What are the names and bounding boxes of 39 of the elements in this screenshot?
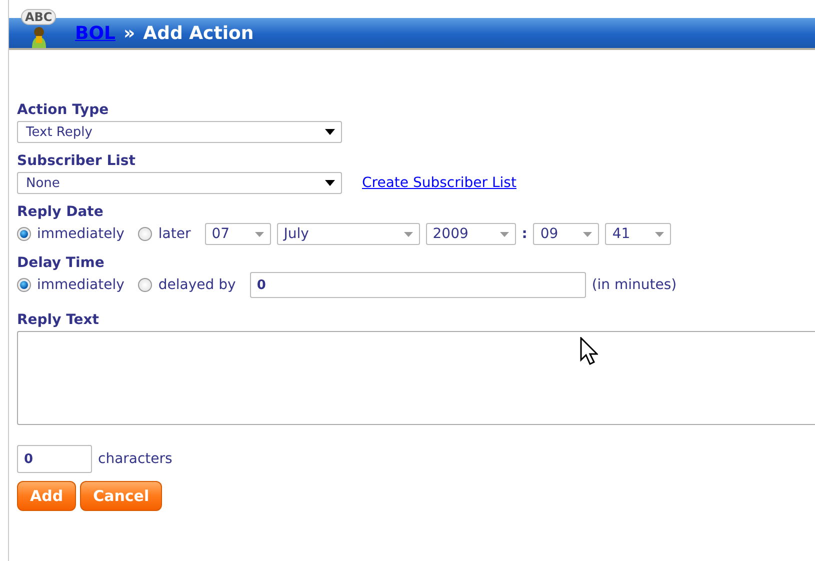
caret-icon [655, 232, 664, 236]
option-label: delayed by [158, 277, 236, 293]
field-label: Action Type [17, 102, 110, 119]
option-label: immediately [37, 226, 124, 242]
caret-icon [325, 180, 335, 186]
radio-button[interactable] [17, 278, 31, 292]
option-label: immediately [37, 277, 124, 293]
date-select[interactable]: 41 [605, 223, 672, 245]
radio-button[interactable] [138, 227, 152, 241]
field-label: Reply Text [17, 312, 100, 329]
reply-text-area[interactable] [17, 331, 815, 425]
subscriber-list-select[interactable]: None [17, 172, 342, 194]
field-label: Delay Time [17, 255, 106, 272]
breadcrumb-separator: » [124, 22, 136, 44]
character-count-field[interactable]: 0 [17, 445, 92, 473]
logo-text: ABC [21, 9, 56, 25]
date-select[interactable]: 2009 [426, 223, 516, 245]
caret-icon [404, 232, 413, 236]
date-select[interactable]: 07 [204, 223, 271, 245]
unit-label: (in minutes) [592, 277, 677, 293]
date-select[interactable]: 09 [533, 223, 600, 245]
action-type-select[interactable]: Text Reply [17, 121, 342, 143]
radio-button[interactable] [17, 227, 31, 241]
person-icon [31, 26, 47, 48]
caret-icon [500, 232, 509, 236]
caret-icon [325, 129, 335, 135]
radio-button[interactable] [138, 278, 152, 292]
caret-icon [583, 232, 592, 236]
date-select[interactable]: July [276, 223, 420, 245]
characters-label: characters [98, 451, 172, 467]
delay-input-field[interactable]: 0 [250, 272, 586, 298]
field-label: Reply Date [17, 204, 104, 221]
option-label: later [158, 226, 191, 242]
mouse-cursor-icon [580, 337, 598, 367]
caret-icon [254, 232, 264, 236]
create-subscriber-list-link[interactable]: Create Subscriber List [362, 175, 516, 191]
field-label: Subscriber List [17, 153, 136, 170]
time-separator: : [522, 226, 528, 242]
page-title: Add Action [143, 22, 254, 44]
